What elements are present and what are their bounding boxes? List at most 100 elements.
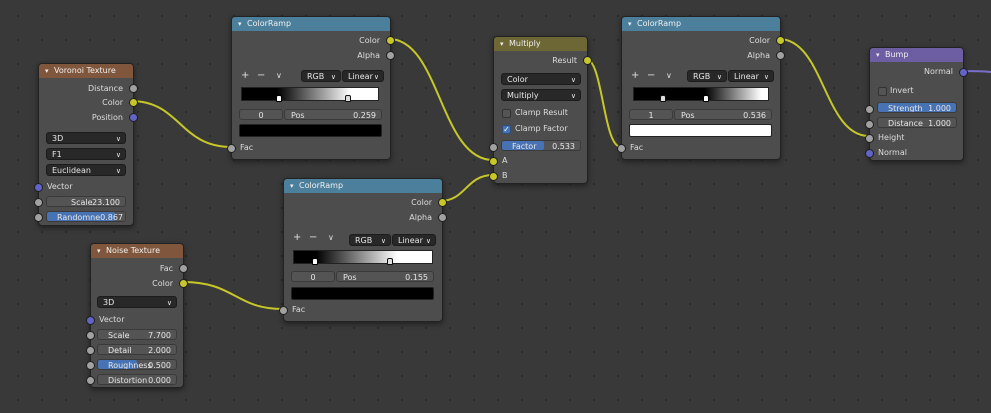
input-strength-socket[interactable] <box>865 105 874 114</box>
output-color-socket[interactable] <box>386 36 395 45</box>
stop-color-swatch[interactable] <box>629 124 772 137</box>
color-stop-white[interactable] <box>703 95 709 102</box>
remove-stop-button[interactable]: − <box>309 232 317 243</box>
output-position-socket[interactable] <box>129 113 138 122</box>
multiply-mix-node[interactable]: ▾ Multiply Result Color ∨ Multiply ∨ Clamp … <box>489 36 592 184</box>
color-mode-dropdown[interactable]: RGB ∨ <box>349 234 391 246</box>
collapse-chevron-icon[interactable]: ▾ <box>290 179 299 193</box>
color-ramp-gradient[interactable] <box>241 87 379 101</box>
stop-position-field[interactable]: Pos 0.259 <box>284 109 382 120</box>
collapse-chevron-icon[interactable]: ▾ <box>628 17 637 31</box>
add-stop-button[interactable]: + <box>293 232 301 243</box>
interpolation-dropdown[interactable]: Linear ∨ <box>392 234 436 246</box>
output-distance-socket[interactable] <box>129 84 138 93</box>
input-a-socket[interactable] <box>489 157 498 166</box>
distance-field[interactable]: Distance 1.000 <box>877 117 957 128</box>
collapse-chevron-icon[interactable]: ▾ <box>238 17 247 31</box>
output-color-socket[interactable] <box>129 98 138 107</box>
input-height-socket[interactable] <box>865 134 874 143</box>
input-scale-socket[interactable] <box>34 198 43 207</box>
feature-dropdown[interactable]: F1 ∨ <box>46 148 126 160</box>
add-stop-button[interactable]: + <box>631 70 639 81</box>
node-header[interactable]: ▾ ColorRamp <box>232 17 390 31</box>
stop-position-field[interactable]: Pos 0.155 <box>336 271 434 282</box>
input-vector-socket[interactable] <box>86 316 95 325</box>
colorramp-node-1[interactable]: ▾ ColorRamp Color Alpha + − ∨ RGB ∨ Linear… <box>227 16 395 160</box>
output-alpha-socket[interactable] <box>776 51 785 60</box>
stop-index-field[interactable]: 1 <box>629 109 673 120</box>
input-fac-socket[interactable] <box>279 306 288 315</box>
input-normal-socket[interactable] <box>865 149 874 158</box>
color-mode-dropdown[interactable]: RGB ∨ <box>301 70 341 82</box>
collapse-chevron-icon[interactable]: ▾ <box>97 244 106 258</box>
metric-dropdown[interactable]: Euclidean ∨ <box>46 164 126 176</box>
color-ramp-gradient[interactable] <box>633 87 769 101</box>
input-detail-socket[interactable] <box>86 346 95 355</box>
input-factor-socket[interactable] <box>489 143 498 152</box>
color-stop-black[interactable] <box>312 258 318 265</box>
blend-mode-dropdown[interactable]: Multiply ∨ <box>501 89 581 101</box>
ramp-menu-chevron-icon[interactable]: ∨ <box>666 71 672 80</box>
dimensions-dropdown[interactable]: 3D ∨ <box>97 296 177 308</box>
color-stop-black[interactable] <box>276 95 282 102</box>
output-normal-socket[interactable] <box>959 68 968 77</box>
output-result-socket[interactable] <box>583 56 592 65</box>
color-stop-white[interactable] <box>345 95 351 102</box>
ramp-menu-chevron-icon[interactable]: ∨ <box>328 233 334 242</box>
dimensions-dropdown[interactable]: 3D ∨ <box>46 132 126 144</box>
node-header[interactable]: ▾ ColorRamp <box>284 179 442 193</box>
bump-node[interactable]: ▾ Bump Normal Invert Strength 1.000 Distan… <box>865 47 968 161</box>
detail-field[interactable]: Detail 2.000 <box>97 344 177 355</box>
output-color-socket[interactable] <box>438 198 447 207</box>
stop-index-field[interactable]: 0 <box>239 109 283 120</box>
stop-position-field[interactable]: Pos 0.536 <box>674 109 772 120</box>
input-fac-socket[interactable] <box>227 144 236 153</box>
collapse-chevron-icon[interactable]: ▾ <box>45 64 54 78</box>
ramp-menu-chevron-icon[interactable]: ∨ <box>276 71 282 80</box>
roughness-slider[interactable]: Roughness 0.500 <box>97 359 177 370</box>
remove-stop-button[interactable]: − <box>257 70 265 81</box>
input-distortion-socket[interactable] <box>86 376 95 385</box>
collapse-chevron-icon[interactable]: ▾ <box>876 48 885 62</box>
input-vector-socket[interactable] <box>34 183 43 192</box>
node-header[interactable]: ▾ Multiply <box>494 37 587 51</box>
data-type-dropdown[interactable]: Color ∨ <box>501 73 581 85</box>
input-roughness-socket[interactable] <box>86 361 95 370</box>
clamp-result-checkbox[interactable] <box>502 109 511 118</box>
color-stop-white[interactable] <box>387 258 393 265</box>
invert-checkbox[interactable] <box>878 87 887 96</box>
collapse-chevron-icon[interactable]: ▾ <box>500 37 509 51</box>
output-fac-socket[interactable] <box>179 264 188 273</box>
randomness-slider[interactable]: Randomne 0.867 <box>46 211 126 222</box>
interpolation-dropdown[interactable]: Linear ∨ <box>342 70 384 82</box>
output-alpha-socket[interactable] <box>386 51 395 60</box>
interpolation-dropdown[interactable]: Linear ∨ <box>728 70 774 82</box>
stop-color-swatch[interactable] <box>291 287 434 300</box>
output-color-socket[interactable] <box>776 36 785 45</box>
color-stop-black[interactable] <box>660 95 666 102</box>
node-header[interactable]: ▾ Voronoi Texture <box>39 64 133 78</box>
distortion-field[interactable]: Distortion 0.000 <box>97 374 177 385</box>
factor-slider[interactable]: Factor 0.533 <box>501 140 581 151</box>
scale-field[interactable]: Scale 23.100 <box>46 196 126 207</box>
input-scale-socket[interactable] <box>86 331 95 340</box>
colorramp-node-3[interactable]: ▾ ColorRamp Color Alpha + − ∨ RGB ∨ Linear… <box>617 16 785 160</box>
strength-slider[interactable]: Strength 1.000 <box>877 102 957 113</box>
input-randomness-socket[interactable] <box>34 213 43 222</box>
voronoi-texture-node[interactable]: ▾ Voronoi Texture Distance Color Position… <box>34 63 138 226</box>
stop-index-field[interactable]: 0 <box>291 271 335 282</box>
input-distance-socket[interactable] <box>865 120 874 129</box>
clamp-factor-checkbox[interactable]: ✓ <box>502 125 511 134</box>
scale-field[interactable]: Scale 7.700 <box>97 329 177 340</box>
colorramp-node-2[interactable]: ▾ ColorRamp Color Alpha + − ∨ RGB ∨ Linear… <box>279 178 447 322</box>
remove-stop-button[interactable]: − <box>647 70 655 81</box>
output-color-socket[interactable] <box>179 279 188 288</box>
color-mode-dropdown[interactable]: RGB ∨ <box>687 70 727 82</box>
node-header[interactable]: ▾ ColorRamp <box>622 17 780 31</box>
node-header[interactable]: ▾ Bump <box>870 48 963 62</box>
input-b-socket[interactable] <box>489 172 498 181</box>
add-stop-button[interactable]: + <box>241 70 249 81</box>
node-header[interactable]: ▾ Noise Texture <box>91 244 183 258</box>
noise-texture-node[interactable]: ▾ Noise Texture Fac Color 3D ∨ Vector Scal… <box>86 243 188 388</box>
stop-color-swatch[interactable] <box>239 124 382 137</box>
